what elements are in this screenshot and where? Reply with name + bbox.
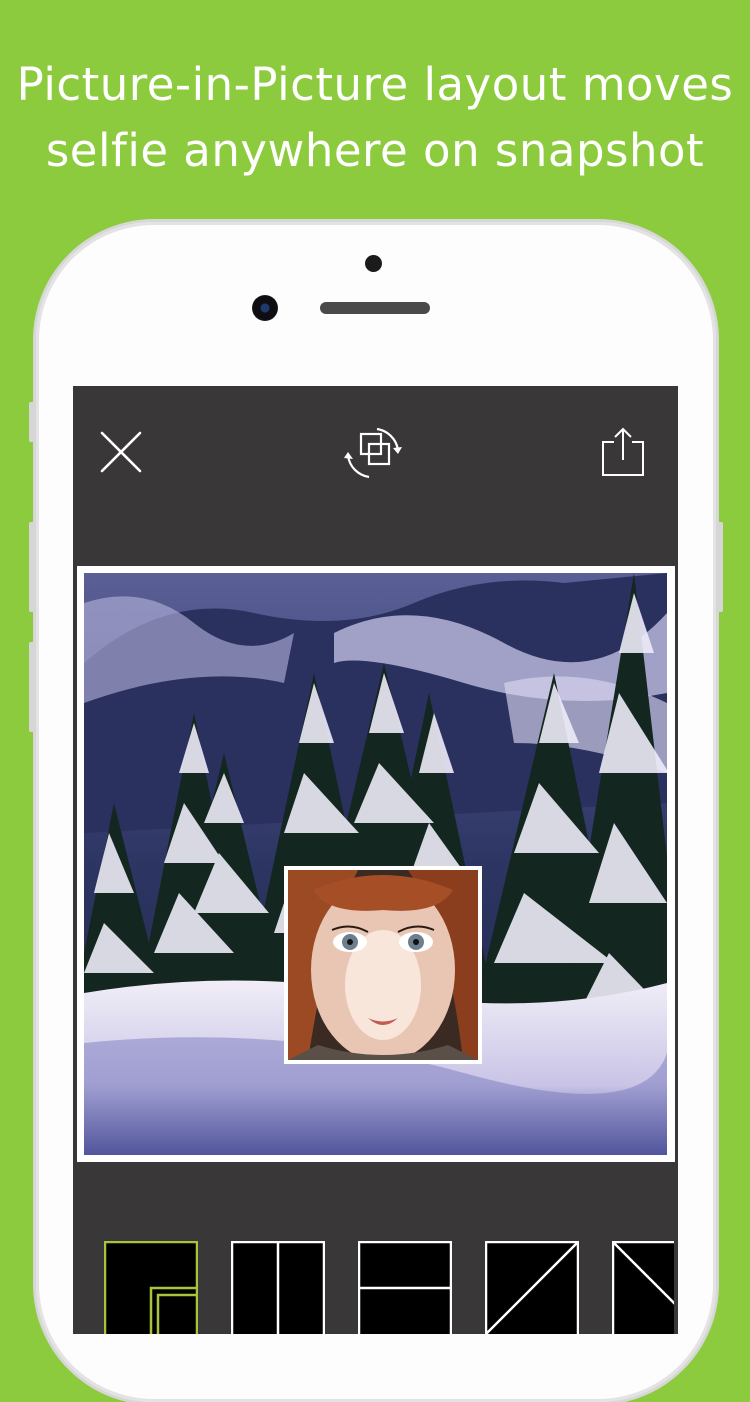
collage-canvas[interactable]	[77, 566, 675, 1162]
app-screen	[73, 386, 678, 1334]
snowy-forest-image	[84, 573, 667, 1155]
share-button[interactable]	[600, 426, 646, 478]
close-button[interactable]	[100, 431, 142, 473]
split-vertical-layout-icon	[230, 1240, 326, 1334]
volume-up-button	[29, 522, 35, 612]
layout-selector	[103, 1240, 678, 1334]
swap-layers-icon	[344, 427, 402, 479]
layout-split-horizontal[interactable]	[357, 1240, 453, 1334]
diagonal-corner-layout-icon	[612, 1241, 674, 1334]
selfie-image	[288, 870, 478, 1060]
headline-line-2: selfie anywhere on snapshot	[45, 124, 705, 177]
proximity-sensor	[365, 255, 382, 272]
swap-layers-button[interactable]	[341, 424, 405, 482]
layout-picture-in-picture[interactable]	[103, 1240, 204, 1334]
diagonal-layout-icon	[484, 1240, 580, 1334]
power-button	[717, 522, 723, 612]
close-icon	[100, 431, 142, 473]
main-photo	[84, 573, 667, 1155]
selfie-inset[interactable]	[284, 866, 482, 1064]
layout-diagonal[interactable]	[484, 1240, 580, 1334]
earpiece	[320, 302, 430, 314]
layout-diagonal-corner[interactable]	[612, 1241, 674, 1334]
volume-down-button	[29, 642, 35, 732]
headline: Picture-in-Picture layout moves selfie a…	[0, 52, 750, 184]
headline-line-1: Picture-in-Picture layout moves	[16, 58, 734, 111]
share-icon	[602, 427, 644, 476]
mute-switch	[29, 402, 35, 442]
layout-split-vertical[interactable]	[230, 1240, 326, 1334]
front-camera	[252, 295, 278, 321]
selfie-portrait	[288, 870, 478, 1060]
picture-in-picture-layout-icon	[103, 1240, 204, 1334]
split-horizontal-layout-icon	[357, 1240, 453, 1334]
